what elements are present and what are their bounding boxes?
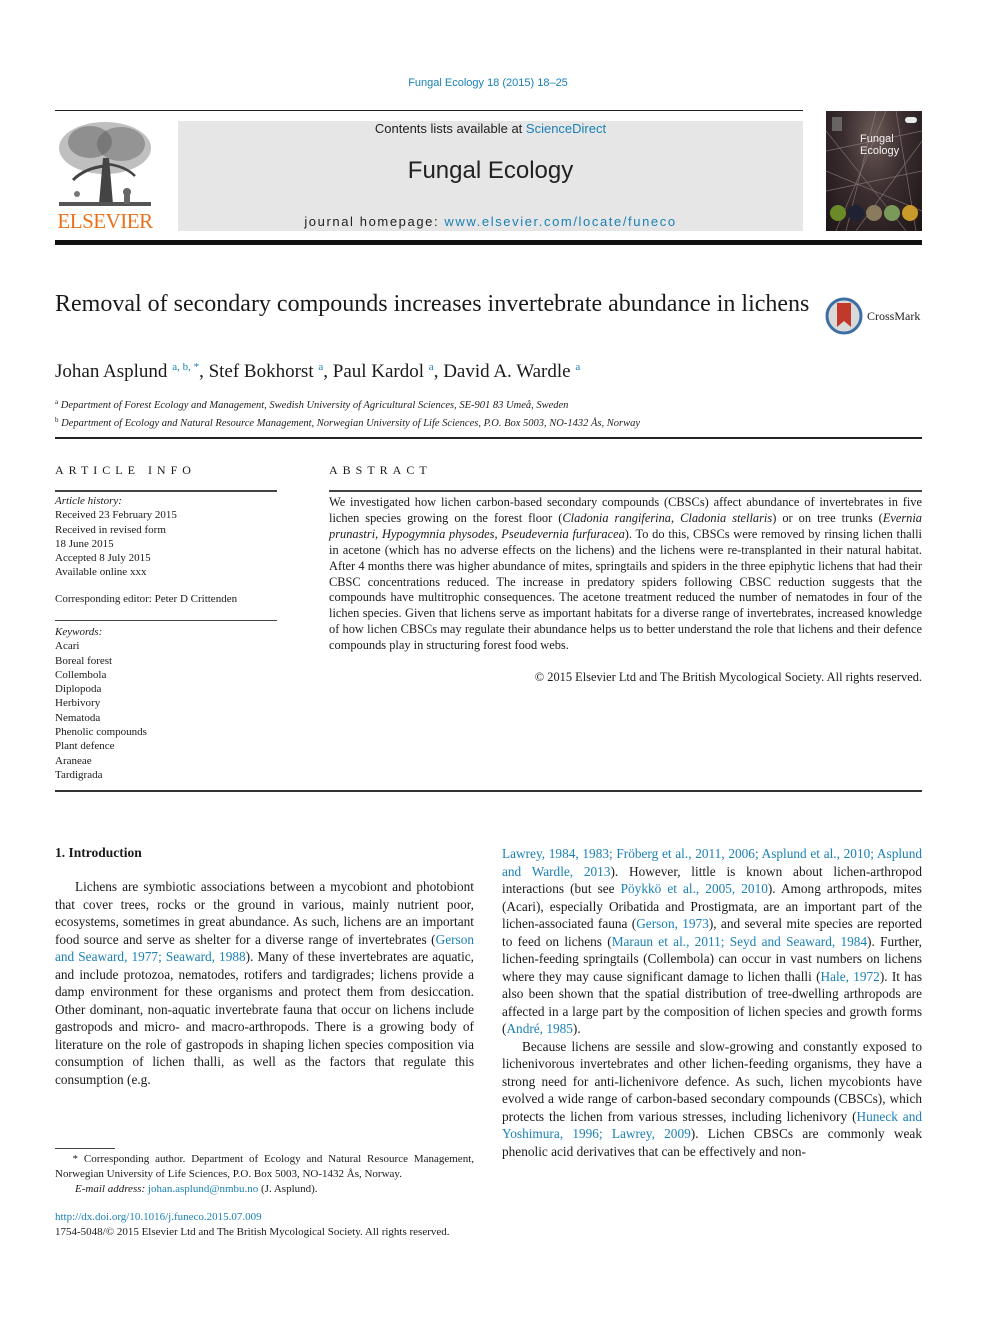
homepage-line: journal homepage: www.elsevier.com/locat… — [178, 214, 803, 229]
cover-fungi-images — [830, 205, 918, 221]
author-name[interactable]: Paul Kardol — [333, 361, 424, 382]
section-rule — [55, 437, 922, 439]
history-item: Received in revised form — [55, 523, 166, 536]
paragraph: Lawrey, 1984, 1983; Fröberg et al., 2011… — [502, 846, 923, 1036]
abstract-bottom-rule — [55, 790, 922, 792]
cover-fungus-5 — [902, 205, 918, 221]
author-name[interactable]: David A. Wardle — [443, 361, 570, 382]
email-line: E-mail address: johan.asplund@nmbu.no (J… — [75, 1183, 318, 1195]
crossmark-button[interactable]: CrossMark — [825, 297, 920, 335]
history-item: 18 June 2015 — [55, 537, 114, 550]
corresponding-editor: Corresponding editor: Peter D Crittenden — [55, 593, 238, 605]
sciencedirect-link[interactable]: ScienceDirect — [526, 121, 606, 136]
homepage-link[interactable]: www.elsevier.com/locate/funeco — [444, 214, 676, 229]
species-name: Cladonia rangiferina — [562, 510, 671, 525]
author-name[interactable]: Johan Asplund — [55, 361, 167, 382]
keyword: Plant defence — [55, 740, 115, 753]
email-link[interactable]: johan.asplund@nmbu.no — [148, 1183, 258, 1195]
keywords-list: Keywords: Acari Boreal forest Collembola… — [55, 625, 277, 782]
introduction-heading: 1. Introduction — [55, 845, 142, 860]
author-name[interactable]: Stef Bokhorst — [209, 361, 314, 382]
article-title: Removal of secondary compounds increases… — [55, 291, 810, 317]
article-info-rule — [55, 490, 277, 492]
author-list: Johan Asplund a, b, *, Stef Bokhorst a, … — [55, 361, 581, 382]
history-item: Available online xxx — [55, 566, 147, 579]
article-history: Article history: Received 23 February 20… — [55, 494, 277, 580]
keyword: Acari — [55, 640, 80, 653]
keyword: Collembola — [55, 668, 107, 681]
abstract-text: We investigated how lichen carbon-based … — [329, 495, 923, 653]
affiliation-a: a Department of Forest Ecology and Manag… — [55, 398, 569, 411]
keyword: Araneae — [55, 754, 92, 767]
journal-cover-image[interactable]: Fungal Ecology — [826, 111, 922, 231]
keywords-rule — [55, 620, 277, 621]
history-item: Received 23 February 2015 — [55, 509, 177, 522]
keywords-label: Keywords: — [55, 626, 103, 638]
body-column-left: Lichens are symbiotic associations betwe… — [55, 878, 474, 1088]
article-info-heading: ARTICLE INFO — [55, 463, 196, 477]
contents-prefix: Contents lists available at — [374, 121, 526, 136]
elsevier-wordmark: ELSEVIER — [57, 209, 153, 233]
cover-fungus-2 — [848, 205, 864, 221]
crossmark-icon — [825, 297, 863, 335]
elsevier-tree-icon — [59, 122, 151, 206]
author-affiliation-mark[interactable]: a, b, * — [172, 361, 199, 373]
citation-link[interactable]: Hale, 1972 — [821, 969, 880, 984]
doi-link[interactable]: http://dx.doi.org/10.1016/j.funeco.2015.… — [55, 1211, 262, 1223]
journal-reference[interactable]: Fungal Ecology 18 (2015) 18–25 — [0, 77, 976, 89]
author-affiliation-mark[interactable]: a — [575, 361, 580, 373]
history-item: Accepted 8 July 2015 — [55, 552, 151, 565]
footnote-rule — [55, 1148, 115, 1149]
corresponding-author-note: * Corresponding author. Department of Ec… — [55, 1153, 475, 1180]
keyword: Nematoda — [55, 711, 101, 724]
paragraph: Because lichens are sessile and slow-gro… — [502, 1038, 923, 1159]
citation-link[interactable]: Pöykkö et al., 2005, 2010 — [621, 881, 768, 896]
citation-link[interactable]: Maraun et al., 2011; Seyd and Seaward, 1… — [612, 934, 867, 949]
species-name: Cladonia stellaris — [680, 510, 773, 525]
affiliations: a Department of Forest Ecology and Manag… — [55, 395, 640, 431]
keyword: Diplopoda — [55, 683, 102, 696]
keyword: Phenolic compounds — [55, 726, 147, 739]
elsevier-logo[interactable]: ELSEVIER — [53, 118, 157, 234]
keyword: Tardigrada — [55, 768, 103, 781]
issn-copyright: 1754-5048/© 2015 Elsevier Ltd and The Br… — [55, 1226, 450, 1238]
abstract-rule — [329, 490, 922, 492]
homepage-prefix: journal homepage: — [304, 214, 445, 229]
header-thick-rule — [55, 240, 922, 245]
cover-fungus-3 — [866, 205, 882, 221]
cover-title: Fungal Ecology — [860, 133, 900, 157]
journal-header-box: Contents lists available at ScienceDirec… — [178, 121, 803, 231]
crossmark-label: CrossMark — [867, 308, 921, 323]
author-affiliation-mark[interactable]: a — [318, 361, 323, 373]
history-label: Article history: — [55, 495, 122, 507]
citation-link[interactable]: Gerson, 1973 — [636, 916, 709, 931]
paragraph: Lichens are symbiotic associations betwe… — [55, 879, 474, 1087]
cover-fungus-1 — [830, 205, 846, 221]
body-column-right: Lawrey, 1984, 1983; Fröberg et al., 2011… — [502, 845, 922, 1160]
header-rule — [55, 110, 803, 111]
corresponding-author-footnote: * Corresponding author. Department of Ec… — [55, 1152, 474, 1197]
abstract-copyright: © 2015 Elsevier Ltd and The British Myco… — [534, 670, 922, 684]
cover-fungus-4 — [884, 205, 900, 221]
keyword: Boreal forest — [55, 654, 113, 667]
citation-link[interactable]: André, 1985 — [506, 1021, 572, 1036]
abstract-heading: ABSTRACT — [329, 463, 432, 477]
affiliation-b: b Department of Ecology and Natural Reso… — [55, 416, 641, 429]
contents-line: Contents lists available at ScienceDirec… — [178, 121, 803, 137]
keyword: Herbivory — [55, 697, 101, 710]
journal-name: Fungal Ecology — [407, 157, 574, 184]
author-affiliation-mark[interactable]: a — [429, 361, 434, 373]
cover-publisher-badge — [905, 117, 917, 123]
